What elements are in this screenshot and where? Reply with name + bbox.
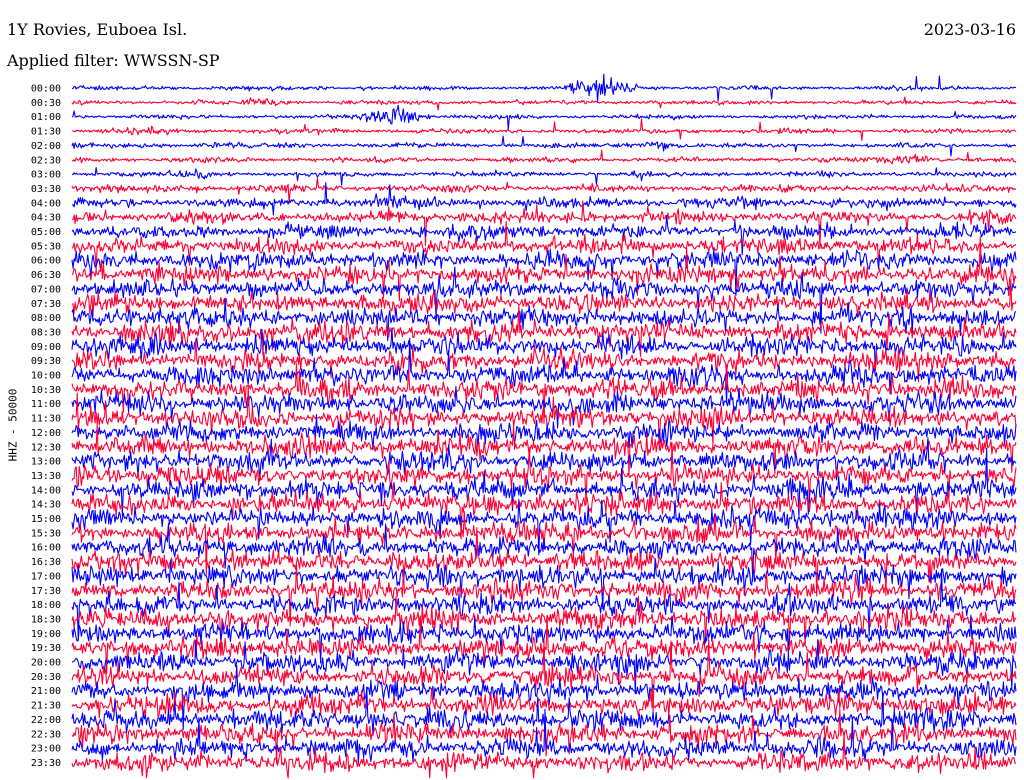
trace-row-1330 — [71, 442, 1017, 506]
trace-row-0430 — [72, 200, 1017, 248]
row-time-label: 20:00 — [31, 658, 61, 669]
trace-row-0230 — [71, 149, 1017, 165]
row-time-label: 12:00 — [31, 428, 61, 439]
row-time-label: 01:00 — [31, 112, 61, 123]
row-time-label: 00:00 — [31, 84, 61, 95]
row-time-label: 19:00 — [31, 629, 61, 640]
row-time-label: 12:30 — [31, 442, 61, 453]
row-time-label: 11:30 — [31, 414, 61, 425]
trace-row-0000 — [71, 73, 1016, 102]
trace-row-1700 — [71, 558, 1017, 610]
row-time-label: 23:30 — [31, 758, 61, 769]
row-time-label: 03:00 — [31, 170, 61, 181]
trace-row-0030 — [71, 96, 1017, 111]
row-time-label: 16:00 — [31, 543, 61, 554]
row-time-label: 21:00 — [31, 686, 61, 697]
helicorder-plot: 00:00 00:30 01:00 01:30 02:00 02:30 03:00 03:30… — [31, 73, 1017, 779]
row-time-label: 19:30 — [31, 643, 61, 654]
row-time-label: 18:30 — [31, 614, 61, 625]
row-time-label: 11:00 — [31, 399, 61, 410]
row-time-label: 06:30 — [31, 270, 61, 281]
row-time-label: 05:00 — [31, 227, 61, 238]
row-time-label: 21:30 — [31, 701, 61, 712]
row-time-label: 00:30 — [31, 98, 61, 109]
row-time-label: 02:30 — [31, 155, 61, 166]
row-time-label: 20:30 — [31, 672, 61, 683]
row-time-label: 08:30 — [31, 327, 61, 338]
row-time-label: 01:30 — [31, 127, 61, 138]
row-time-label: 14:30 — [31, 500, 61, 511]
row-time-label: 03:30 — [31, 184, 61, 195]
row-time-label: 17:30 — [31, 586, 61, 597]
row-time-label: 16:30 — [31, 557, 61, 568]
row-time-label: 09:00 — [31, 342, 61, 353]
trace-row-0200 — [71, 135, 1017, 157]
trace-row-0300 — [72, 167, 1017, 186]
row-time-label: 22:30 — [31, 729, 61, 740]
row-time-label: 07:00 — [31, 284, 61, 295]
row-time-label: 13:00 — [31, 457, 61, 468]
row-time-label: 15:00 — [31, 514, 61, 525]
trace-row-1630 — [71, 527, 1017, 597]
row-time-label: 23:00 — [31, 744, 61, 755]
trace-row-0500 — [71, 214, 1017, 256]
row-time-label: 02:00 — [31, 141, 61, 152]
row-time-label: 10:30 — [31, 385, 61, 396]
row-time-label: 07:30 — [31, 299, 61, 310]
row-time-label: 04:30 — [31, 213, 61, 224]
row-time-label: 08:00 — [31, 313, 61, 324]
trace-row-0100 — [71, 104, 1017, 130]
trace-row-0130 — [71, 118, 1017, 141]
row-time-label: 15:30 — [31, 528, 61, 539]
row-time-label: 14:00 — [31, 485, 61, 496]
row-time-label: 17:00 — [31, 571, 61, 582]
row-time-label: 05:30 — [31, 241, 61, 252]
row-time-label: 10:00 — [31, 371, 61, 382]
trace-row-2200 — [71, 686, 1017, 736]
trace-row-0730 — [71, 278, 1017, 318]
row-time-label: 13:30 — [31, 471, 61, 482]
row-time-label: 18:00 — [31, 600, 61, 611]
row-time-label: 09:30 — [31, 356, 61, 367]
row-time-label: 22:00 — [31, 715, 61, 726]
row-time-label: 06:00 — [31, 256, 61, 267]
trace-row-1230 — [71, 423, 1017, 477]
row-time-label: 04:00 — [31, 198, 61, 209]
